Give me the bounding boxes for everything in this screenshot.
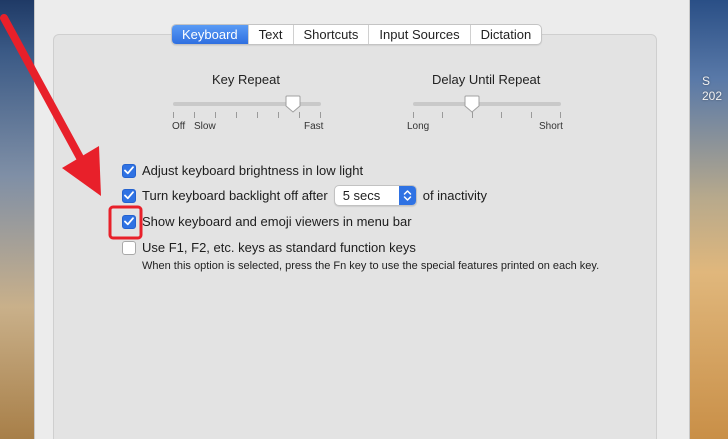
backlight-checkbox[interactable] [122,188,136,203]
function-keys-option: Use F1, F2, etc. keys as standard functi… [122,240,416,255]
slider-tick [531,112,532,118]
tab-dictation[interactable]: Dictation [469,25,542,44]
slider-tick [173,112,174,118]
delay-until-repeat-track[interactable] [413,102,561,106]
brightness-option: Adjust keyboard brightness in low light [122,163,363,178]
delay-long-label: Long [407,121,430,132]
settings-panel [53,34,657,439]
key-repeat-slider-thumb[interactable] [285,95,301,113]
tab-shortcuts[interactable]: Shortcuts [292,25,369,44]
key-repeat-slow-label: Slow [194,121,216,132]
backlight-option: Turn keyboard backlight off after 5 secs… [122,185,487,206]
desktop-widget-text: 202 [702,89,723,103]
backlight-label-after: of inactivity [422,188,488,203]
viewers-option: Show keyboard and emoji viewers in menu … [122,214,412,229]
slider-tick [236,112,237,118]
delay-until-repeat-slider-thumb[interactable] [464,95,480,113]
keyboard-preferences-window: Keyboard Text Shortcuts Input Sources Di… [34,0,690,439]
slider-tick [501,112,502,118]
delay-until-repeat-title: Delay Until Repeat [432,72,541,87]
function-keys-label: Use F1, F2, etc. keys as standard functi… [142,240,416,255]
backlight-timeout-popup[interactable]: 5 secs [333,185,417,206]
slider-tick [278,112,279,118]
delay-short-label: Short [539,121,563,132]
delay-until-repeat-ticks [413,112,561,118]
backlight-label-before: Turn keyboard backlight off after [142,188,328,203]
desktop-widget-text: S [702,74,711,88]
key-repeat-title: Key Repeat [212,72,280,87]
backlight-timeout-value: 5 secs [342,188,381,203]
slider-tick [257,112,258,118]
key-repeat-fast-label: Fast [304,121,324,132]
slider-tick [560,112,561,118]
slider-tick [320,112,321,118]
viewers-checkbox[interactable] [122,214,136,229]
tab-keyboard[interactable]: Keyboard [172,25,248,44]
popup-chevrons-icon [398,186,416,205]
viewers-label: Show keyboard and emoji viewers in menu … [142,214,412,229]
slider-tick [194,112,195,118]
brightness-checkbox[interactable] [122,163,136,178]
function-keys-hint: When this option is selected, press the … [142,260,600,272]
desktop-wallpaper-right [690,0,728,439]
brightness-label: Adjust keyboard brightness in low light [142,163,364,178]
slider-tick [215,112,216,118]
function-keys-checkbox[interactable] [122,240,136,255]
key-repeat-off-label: Off [172,121,186,132]
slider-tick [442,112,443,118]
tab-input-sources[interactable]: Input Sources [368,25,469,44]
tab-bar: Keyboard Text Shortcuts Input Sources Di… [171,24,543,45]
tab-text[interactable]: Text [247,25,293,44]
slider-tick [413,112,414,118]
